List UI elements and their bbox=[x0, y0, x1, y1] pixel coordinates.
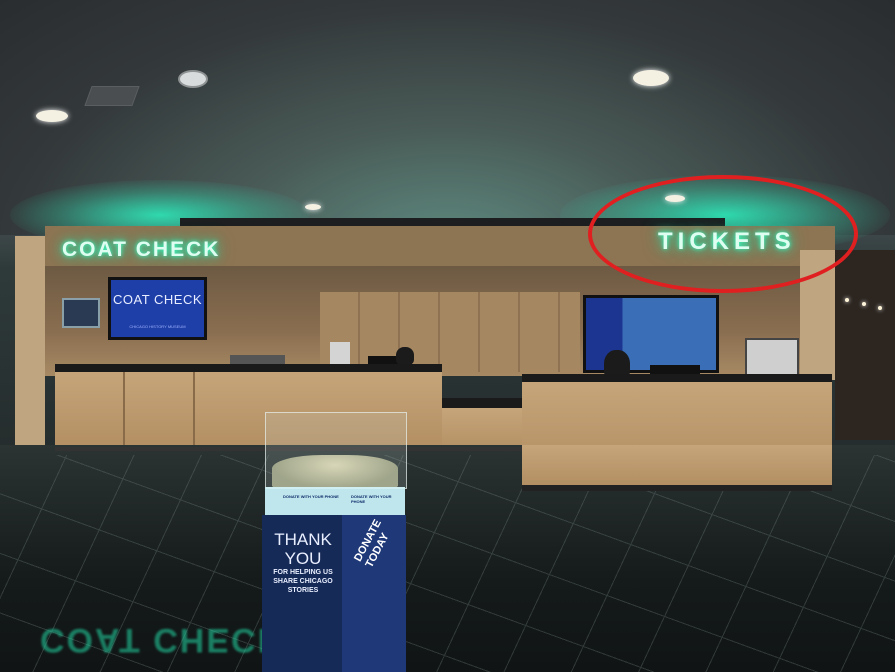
wall-poster bbox=[62, 298, 100, 328]
coat-check-sign: COAT CHECK bbox=[62, 238, 221, 261]
string-light bbox=[862, 302, 866, 306]
string-light bbox=[845, 298, 849, 302]
ceiling-vent bbox=[84, 86, 140, 106]
counter-top-middle bbox=[442, 398, 522, 408]
coat-check-screen-logo: CHICAGO HISTORY MUSEUM bbox=[129, 324, 186, 329]
qr-label-left: DONATE WITH YOUR PHONE bbox=[283, 494, 339, 499]
counter-front-right-lower bbox=[522, 445, 832, 485]
string-light bbox=[878, 306, 882, 310]
red-annotation-circle bbox=[588, 175, 858, 293]
floor-reflection: COAT CHECK bbox=[40, 621, 285, 659]
lobby-photo: COAT CHECK TICKETS COAT CHECK CHICAGO HI… bbox=[0, 0, 895, 672]
ceiling-light bbox=[633, 70, 669, 86]
donated-bills bbox=[272, 455, 398, 489]
counter-top-left bbox=[55, 364, 442, 372]
counter-info-stand bbox=[745, 338, 799, 378]
ceiling-light bbox=[36, 110, 68, 122]
left-pillar bbox=[15, 236, 45, 446]
helping-text: FOR HELPING US SHARE CHICAGO STORIES bbox=[273, 569, 333, 594]
ceiling-light bbox=[305, 204, 321, 210]
smoke-detector bbox=[180, 72, 206, 86]
wall-panels bbox=[320, 292, 580, 372]
counter-top-right bbox=[522, 374, 832, 382]
qr-label-right: DONATE WITH YOUR PHONE bbox=[351, 494, 392, 504]
counter-base-right bbox=[522, 485, 832, 491]
staff-member bbox=[396, 347, 414, 365]
coat-check-screen-title: COAT CHECK bbox=[112, 292, 203, 307]
coat-check-screen: COAT CHECK CHICAGO HISTORY MUSEUM bbox=[108, 277, 207, 340]
gallery-entrance bbox=[835, 250, 895, 440]
thank-you-text: THANK YOU bbox=[274, 530, 332, 568]
